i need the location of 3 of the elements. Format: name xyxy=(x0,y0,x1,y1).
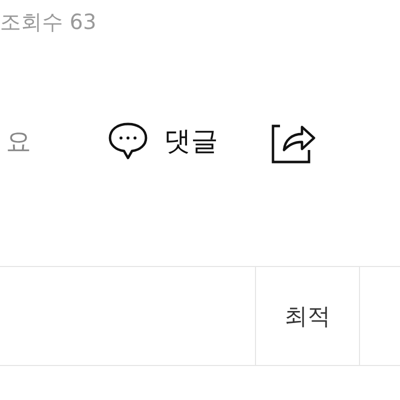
action-label[interactable]: 요 xyxy=(6,124,106,158)
view-count: 조회수 63 xyxy=(0,9,96,36)
comment-button[interactable]: 댓글 xyxy=(106,119,218,163)
